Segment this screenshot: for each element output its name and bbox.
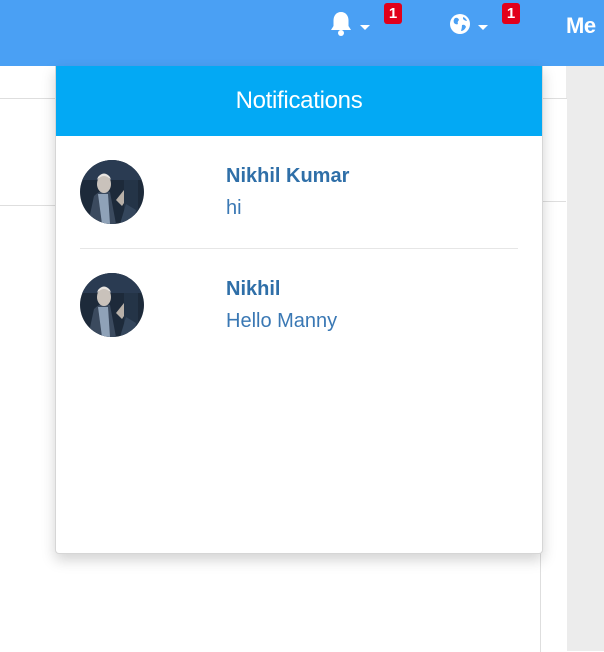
- background-card: [540, 98, 567, 652]
- bell-icon: [328, 10, 354, 43]
- notification-text: Nikhil Hello Manny: [226, 277, 337, 333]
- background-sidebar: [566, 66, 604, 651]
- globe-icon: [448, 12, 472, 41]
- notification-message: Hello Manny: [226, 310, 338, 332]
- chevron-down-icon: [478, 25, 488, 30]
- notifications-dropdown: Notifications Nikhil Kumar hi Nikhil Hel…: [55, 66, 543, 554]
- notifications-header: Notifications: [56, 66, 542, 136]
- globe-count-badge: 1: [502, 3, 520, 24]
- background-panel: [0, 98, 60, 206]
- notification-count-badge: 1: [384, 3, 402, 24]
- notification-message: hi: [226, 197, 242, 219]
- background-divider: [540, 201, 566, 202]
- notification-text: Nikhil Kumar hi: [226, 164, 349, 220]
- top-navbar: 1 1 Me: [0, 0, 604, 66]
- notifications-dropdown-toggle[interactable]: 1: [328, 0, 402, 52]
- notification-item[interactable]: Nikhil Kumar hi: [80, 136, 518, 249]
- notifications-list: Nikhil Kumar hi Nikhil Hello Manny: [56, 136, 542, 361]
- me-menu[interactable]: Me: [566, 0, 596, 52]
- notification-item[interactable]: Nikhil Hello Manny: [80, 249, 518, 361]
- chevron-down-icon: [360, 25, 370, 30]
- globe-dropdown-toggle[interactable]: 1: [448, 0, 520, 52]
- avatar: [80, 273, 144, 337]
- notification-sender: Nikhil Kumar: [226, 165, 350, 187]
- avatar: [80, 160, 144, 224]
- notification-sender: Nikhil: [226, 278, 281, 300]
